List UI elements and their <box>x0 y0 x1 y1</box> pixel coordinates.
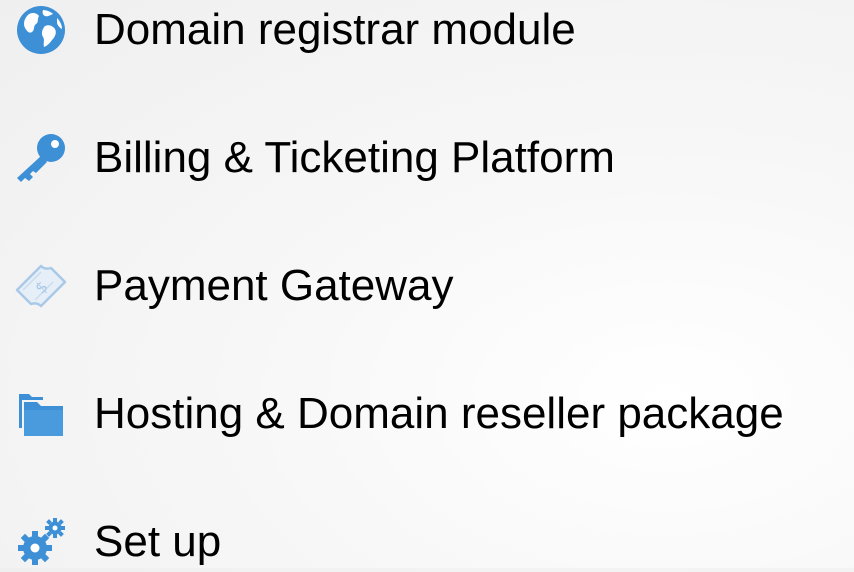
feature-label: Domain registrar module <box>94 5 576 54</box>
dollar-bill-icon: $ <box>10 260 72 312</box>
feature-label: Hosting & Domain reseller package <box>94 389 784 438</box>
key-icon <box>10 132 72 184</box>
gears-icon <box>10 516 72 568</box>
folders-icon <box>10 388 72 440</box>
feature-label: Billing & Ticketing Platform <box>94 133 615 182</box>
globe-icon <box>10 4 72 56</box>
feature-label: Set up <box>94 517 222 566</box>
feature-label: Payment Gateway <box>94 261 454 310</box>
